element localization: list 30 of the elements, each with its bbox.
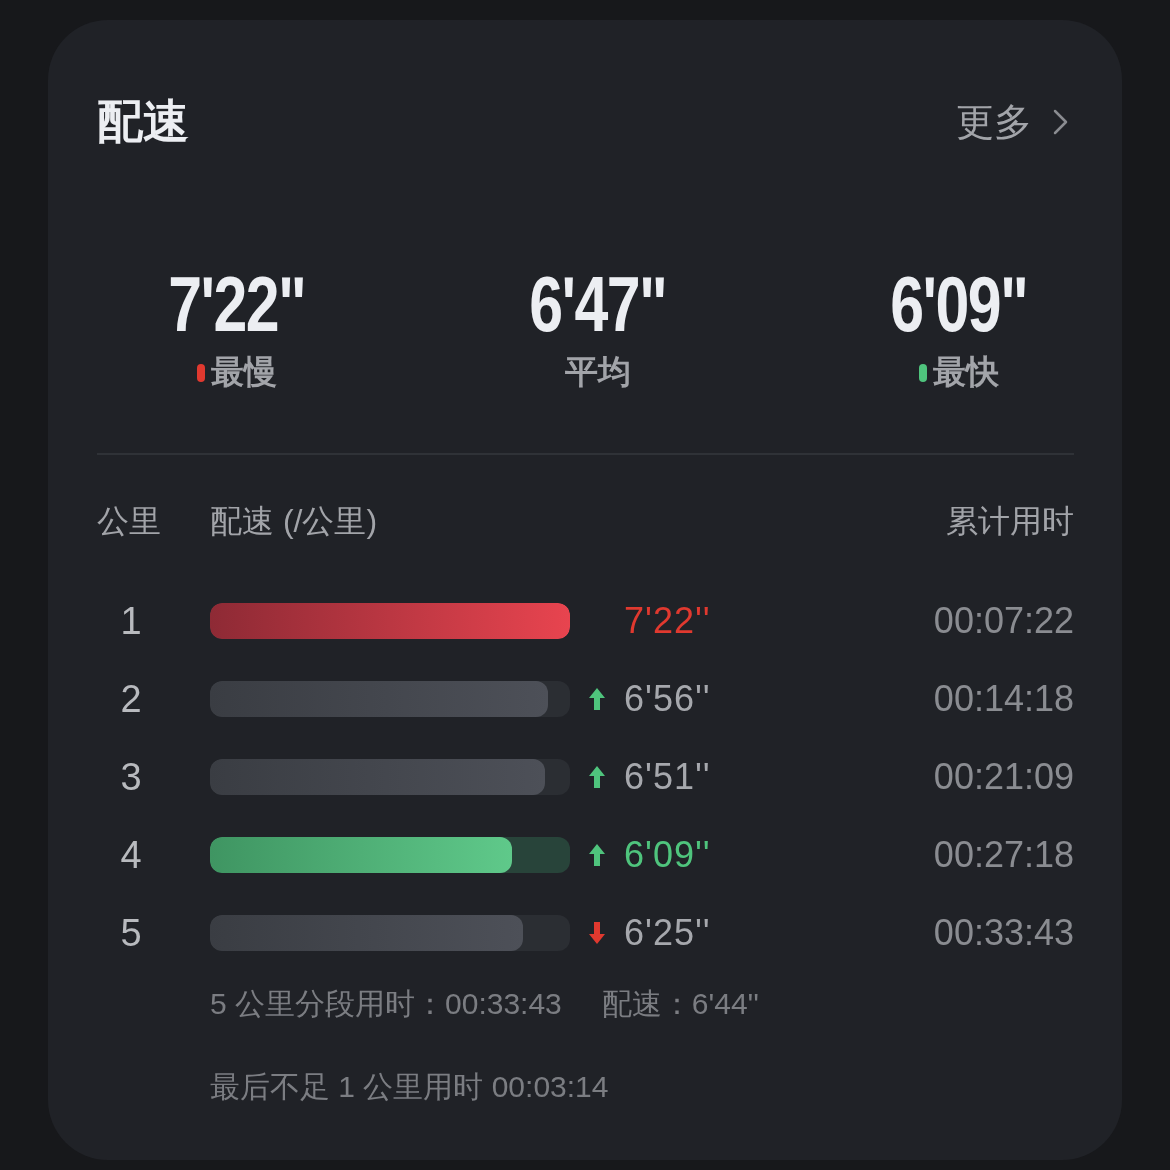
cumulative-time: 00:27:18 [933, 834, 1074, 876]
column-header: 累计用时 [946, 502, 1074, 541]
pace-text: 6'51'' [624, 756, 711, 798]
cumulative-time: 00:33:43 [933, 912, 1074, 954]
pace-text: 7'22'' [624, 600, 711, 642]
pace-value: 7'22" [168, 264, 306, 344]
remainder-time-text: 最后不足 1 公里用时 00:03:14 [210, 1070, 609, 1103]
km-number: 1 [119, 599, 143, 643]
pace-value: 6'47" [529, 264, 667, 344]
split-pace-text: 配速：6'44'' [601, 986, 760, 1022]
km-number: 3 [119, 755, 143, 799]
column-header: 配速 (/公里) [210, 502, 379, 541]
km-number: 5 [119, 911, 143, 955]
km-number: 2 [119, 677, 143, 721]
cumulative-time: 00:07:22 [933, 600, 1074, 642]
card-title: 配速 [97, 94, 189, 149]
stat-label: 最快 [933, 352, 999, 392]
pace-text: 6'09'' [624, 834, 711, 876]
stat-label: 平均 [565, 352, 631, 392]
stat-label: 最慢 [211, 352, 277, 392]
pace-text: 6'25'' [624, 912, 711, 954]
pace-value: 6'09" [890, 264, 1028, 344]
pace-text: 6'56'' [624, 678, 711, 720]
more-link[interactable]: 更多 [956, 96, 1074, 148]
chevron-right-icon [1052, 107, 1070, 137]
cumulative-time: 00:21:09 [933, 756, 1074, 798]
km-number: 4 [119, 833, 143, 877]
split-time-text: 5 公里分段用时：00:33:43 [210, 986, 562, 1022]
cumulative-time: 00:14:18 [933, 678, 1074, 720]
column-header: 公里 [97, 502, 162, 541]
